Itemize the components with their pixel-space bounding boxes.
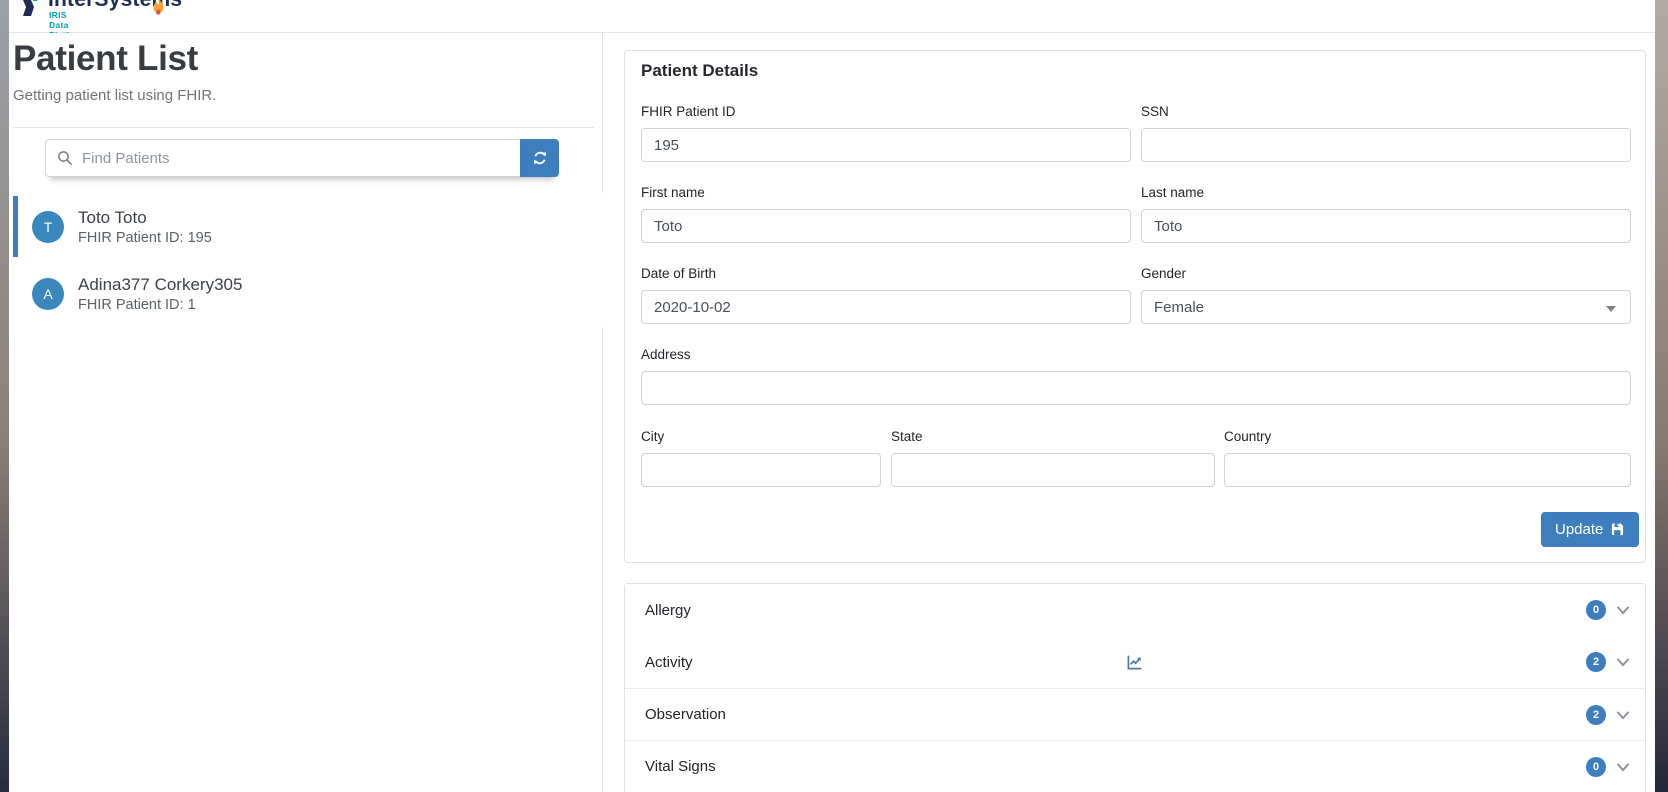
accordion-header-activity[interactable]: Activity 2 (625, 636, 1645, 688)
patient-search-group (45, 139, 559, 177)
last-name-label: Last name (1141, 185, 1205, 200)
first-name-input[interactable] (641, 209, 1131, 243)
section-label: Activity (645, 653, 693, 671)
page-subtitle: Getting patient list using FHIR. (13, 87, 217, 104)
accordion-header-observation[interactable]: Observation 2 (625, 688, 1645, 740)
section-controls: 0 (1586, 600, 1631, 620)
update-button-label: Update (1555, 521, 1604, 538)
patient-text: Toto Toto FHIR Patient ID: 195 (78, 208, 212, 246)
ssn-label: SSN (1141, 104, 1169, 119)
country-field-group: Country (1224, 429, 1631, 487)
address-field-group: Address (641, 347, 1631, 405)
accordion-header-allergy[interactable]: Allergy 0 (625, 584, 1645, 636)
chevron-down-icon (1617, 658, 1629, 667)
count-badge: 0 (1586, 600, 1606, 620)
section-label: Vital Signs (645, 758, 716, 775)
section-label: Observation (645, 706, 726, 723)
refresh-icon (533, 151, 546, 165)
dob-input[interactable] (641, 290, 1131, 324)
count-badge: 2 (1586, 652, 1606, 672)
last-name-input[interactable] (1141, 209, 1631, 243)
chevron-down-icon (1617, 606, 1629, 615)
search-icon (58, 151, 72, 165)
state-input[interactable] (891, 453, 1215, 487)
page-title: Patient List (13, 39, 199, 78)
desktop-background-right (1655, 0, 1668, 792)
first-name-field-group: First name (641, 185, 1131, 243)
fhir-id-label: FHIR Patient ID (641, 104, 736, 119)
chevron-down-icon (1606, 306, 1616, 312)
state-field-group: State (891, 429, 1215, 487)
avatar: T (32, 210, 64, 243)
save-icon (1612, 523, 1624, 536)
city-field-group: City (641, 429, 881, 487)
gender-label: Gender (1141, 266, 1187, 281)
patient-details-card: Patient Details FHIR Patient ID SSN Firs… (624, 50, 1646, 563)
patient-list-item-toto[interactable]: T Toto Toto FHIR Patient ID: 195 (9, 193, 603, 260)
city-label: City (641, 429, 665, 444)
ssn-field-group: SSN (1141, 104, 1631, 162)
country-input[interactable] (1224, 453, 1631, 487)
details-title: Patient Details (641, 61, 759, 80)
ssn-input[interactable] (1141, 128, 1631, 162)
fhir-id-field-group: FHIR Patient ID (641, 104, 1131, 162)
intersystems-logo-icon (23, 0, 38, 16)
city-input[interactable] (641, 453, 881, 487)
update-button[interactable]: Update (1541, 512, 1640, 547)
count-badge: 0 (1586, 756, 1606, 777)
gender-selected-value: Female (1154, 298, 1205, 316)
patient-name: Adina377 Corkery305 (78, 274, 243, 294)
section-controls: 2 (1586, 652, 1631, 672)
patient-list: T Toto Toto FHIR Patient ID: 195 A Adina… (9, 193, 603, 327)
patient-details-panel: Patient Details FHIR Patient ID SSN Firs… (603, 33, 1655, 792)
patient-list-panel: Patient List Getting patient list using … (9, 33, 603, 792)
section-controls: 0 (1586, 756, 1631, 777)
app-window: InterSystems IRIS Data Platform Patient … (9, 0, 1655, 792)
search-box (45, 139, 520, 177)
main-content: Patient List Getting patient list using … (9, 33, 1655, 792)
accordion-header-vital-signs[interactable]: Vital Signs 0 (625, 740, 1645, 792)
dob-field-group: Date of Birth (641, 266, 1131, 324)
last-name-field-group: Last name (1141, 185, 1631, 243)
section-controls: 2 (1586, 704, 1631, 725)
first-name-label: First name (641, 185, 705, 200)
divider (13, 127, 594, 128)
gender-select[interactable]: Female (1141, 290, 1631, 324)
search-input[interactable] (45, 139, 520, 177)
country-label: Country (1224, 429, 1272, 444)
patient-list-item-adina[interactable]: A Adina377 Corkery305 FHIR Patient ID: 1 (9, 260, 603, 327)
patient-fhir-id: FHIR Patient ID: 1 (78, 296, 196, 313)
desktop-background-left (0, 0, 9, 792)
fire-icon (153, 0, 164, 15)
patient-fhir-id: FHIR Patient ID: 195 (78, 229, 212, 246)
dob-label: Date of Birth (641, 266, 717, 281)
address-input[interactable] (641, 371, 1631, 405)
patient-sections-accordion: Allergy 0 Activity 2 Observation 2 Vital… (624, 583, 1646, 792)
state-label: State (891, 429, 923, 444)
app-header: InterSystems IRIS Data Platform (9, 0, 1655, 40)
count-badge: 2 (1586, 704, 1606, 725)
patient-name: Toto Toto (78, 207, 147, 227)
refresh-button[interactable] (520, 139, 559, 177)
patient-text: Adina377 Corkery305 FHIR Patient ID: 1 (78, 275, 242, 313)
selected-indicator (13, 196, 18, 257)
fhir-id-input[interactable] (641, 128, 1131, 162)
section-label: Allergy (645, 601, 691, 619)
avatar: A (32, 277, 64, 310)
line-chart-icon[interactable] (1127, 654, 1144, 671)
address-label: Address (641, 347, 691, 362)
chevron-down-icon (1617, 763, 1629, 771)
chevron-down-icon (1617, 711, 1629, 719)
gender-field-group: Gender Female (1141, 266, 1631, 324)
